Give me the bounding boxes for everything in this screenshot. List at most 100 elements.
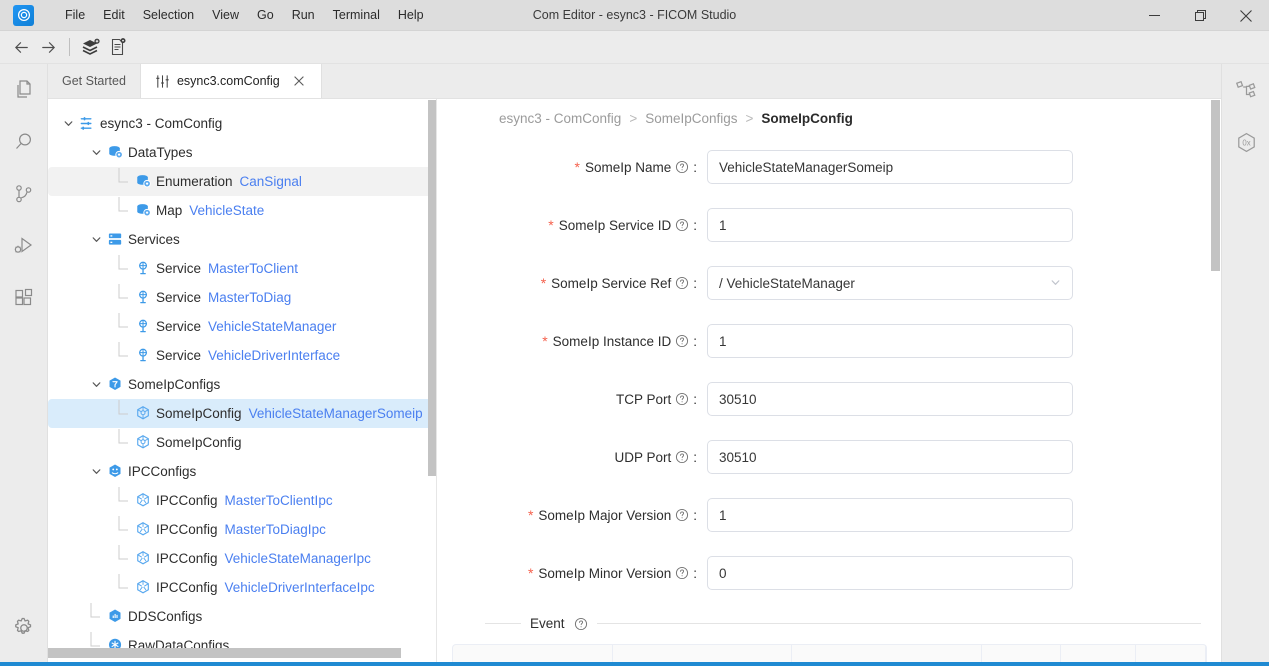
chevron-down-icon[interactable] — [88, 379, 104, 390]
hex-0x-icon[interactable]: 0x — [1222, 116, 1269, 168]
menu-item-view[interactable]: View — [203, 5, 248, 26]
breadcrumb-parent[interactable]: SomeIpConfigs — [645, 111, 737, 126]
source-control-icon[interactable] — [0, 168, 48, 220]
someip-service-ref-label: * SomeIp Service Ref : — [437, 276, 707, 291]
tree-item-name: MasterToClientIpc — [224, 493, 333, 508]
table-column-header[interactable] — [1061, 645, 1137, 662]
form-vertical-scrollbar[interactable] — [1211, 100, 1220, 271]
table-column-header[interactable] — [1136, 645, 1206, 662]
tree-item[interactable]: IPCConfig MasterToClientIpc — [48, 486, 436, 515]
tree-item[interactable]: SomeIpConfigs — [48, 370, 436, 399]
required-marker: * — [574, 159, 580, 175]
chevron-down-icon[interactable] — [88, 466, 104, 477]
tree-item[interactable]: Services — [48, 225, 436, 254]
tree-branch-line — [116, 544, 132, 573]
close-icon[interactable] — [291, 73, 307, 89]
tree-item[interactable]: IPCConfig VehicleStateManagerIpc — [48, 544, 436, 573]
someip-instance-id-input[interactable] — [707, 324, 1073, 358]
form-row-someip-major-version: * SomeIp Major Version : — [437, 486, 1221, 544]
menu-item-help[interactable]: Help — [389, 5, 433, 26]
breadcrumb-root[interactable]: esync3 - ComConfig — [499, 111, 621, 126]
help-icon[interactable] — [675, 566, 689, 580]
tab-esync3-comconfig[interactable]: esync3.comConfig — [140, 64, 322, 98]
help-icon[interactable] — [574, 617, 588, 631]
structure-icon[interactable] — [1222, 64, 1269, 116]
tree-item[interactable]: Service VehicleDriverInterface — [48, 341, 436, 370]
files-icon[interactable] — [0, 64, 48, 116]
menu-item-go[interactable]: Go — [248, 5, 283, 26]
tree-horizontal-scrollbar[interactable] — [48, 648, 401, 658]
tree-vertical-scrollbar[interactable] — [428, 100, 436, 476]
udp-port-input[interactable] — [707, 440, 1073, 474]
maximize-icon[interactable] — [1177, 0, 1223, 31]
close-icon[interactable] — [1223, 0, 1269, 31]
run-debug-icon[interactable] — [0, 220, 48, 272]
new-layers-icon[interactable] — [77, 34, 104, 61]
tree-branch-line — [116, 341, 132, 370]
help-icon[interactable] — [675, 218, 689, 232]
table-column-header[interactable] — [613, 645, 793, 662]
chevron-down-icon[interactable] — [60, 118, 76, 129]
datatype-icon — [132, 202, 154, 219]
tree-item[interactable]: Enumeration CanSignal — [48, 167, 436, 196]
help-icon[interactable] — [675, 450, 689, 464]
tree-item-type: IPCConfig — [156, 551, 218, 566]
tree-item[interactable]: IPCConfigs — [48, 457, 436, 486]
table-column-header[interactable] — [453, 645, 613, 662]
arrow-right-icon[interactable] — [35, 34, 62, 61]
new-file-gear-icon[interactable] — [104, 34, 131, 61]
tree-item[interactable]: SomeIpConfig — [48, 428, 436, 457]
someip-minor-version-input[interactable] — [707, 556, 1073, 590]
tree-branch-line — [116, 283, 132, 312]
menu-item-edit[interactable]: Edit — [94, 5, 134, 26]
help-icon[interactable] — [675, 392, 689, 406]
someip-service-id-label: * SomeIp Service ID : — [437, 218, 707, 233]
tree-item-type: IPCConfigs — [128, 464, 197, 479]
label-text: SomeIp Minor Version — [538, 565, 672, 581]
help-icon[interactable] — [675, 276, 689, 290]
tree-item[interactable]: DataTypes — [48, 138, 436, 167]
search-icon[interactable] — [0, 116, 48, 168]
tab-label: Get Started — [62, 74, 126, 88]
chevron-down-icon[interactable] — [1050, 276, 1061, 291]
tree-item[interactable]: IPCConfig MasterToDiagIpc — [48, 515, 436, 544]
someip-instance-id-label: * SomeIp Instance ID : — [437, 334, 707, 349]
table-column-header[interactable] — [792, 645, 982, 662]
gear-icon[interactable] — [0, 602, 48, 654]
arrow-left-icon[interactable] — [8, 34, 35, 61]
label-colon: : — [693, 391, 697, 407]
tree-item[interactable]: esync3 - ComConfig — [48, 109, 436, 138]
help-icon[interactable] — [675, 334, 689, 348]
someip-service-ref-select[interactable]: / VehicleStateManager — [707, 266, 1073, 300]
tree-item[interactable]: Service MasterToDiag — [48, 283, 436, 312]
tree-item[interactable]: Service VehicleStateManager — [48, 312, 436, 341]
tree-item[interactable]: Map VehicleState — [48, 196, 436, 225]
tab-get-started[interactable]: Get Started — [48, 64, 141, 98]
tree-item[interactable]: DDSConfigs — [48, 602, 436, 631]
help-icon[interactable] — [675, 160, 689, 174]
someip-name-input[interactable] — [707, 150, 1073, 184]
someip-service-id-input[interactable] — [707, 208, 1073, 242]
breadcrumb-separator: > — [745, 111, 754, 126]
app-logo-icon — [13, 4, 34, 26]
chevron-down-icon[interactable] — [88, 147, 104, 158]
tree-branch-line — [88, 602, 104, 631]
tree-branch-line — [116, 254, 132, 283]
help-icon[interactable] — [675, 508, 689, 522]
tree-item-type: Services — [128, 232, 180, 247]
menu-item-file[interactable]: File — [56, 5, 94, 26]
menu-item-run[interactable]: Run — [283, 5, 324, 26]
minimize-icon[interactable] — [1131, 0, 1177, 31]
menu-item-terminal[interactable]: Terminal — [324, 5, 389, 26]
table-column-header[interactable] — [982, 645, 1062, 662]
tree-item[interactable]: SomeIpConfig VehicleStateManagerSomeip — [48, 399, 436, 428]
chevron-down-icon[interactable] — [88, 234, 104, 245]
tree-item[interactable]: Service MasterToClient — [48, 254, 436, 283]
tcp-port-input[interactable] — [707, 382, 1073, 416]
someip-major-version-input[interactable] — [707, 498, 1073, 532]
menu-item-selection[interactable]: Selection — [134, 5, 203, 26]
ipcconfig-icon — [132, 579, 154, 596]
extensions-icon[interactable] — [0, 272, 48, 324]
breadcrumb-current: SomeIpConfig — [761, 111, 853, 126]
tree-item[interactable]: IPCConfig VehicleDriverInterfaceIpc — [48, 573, 436, 602]
